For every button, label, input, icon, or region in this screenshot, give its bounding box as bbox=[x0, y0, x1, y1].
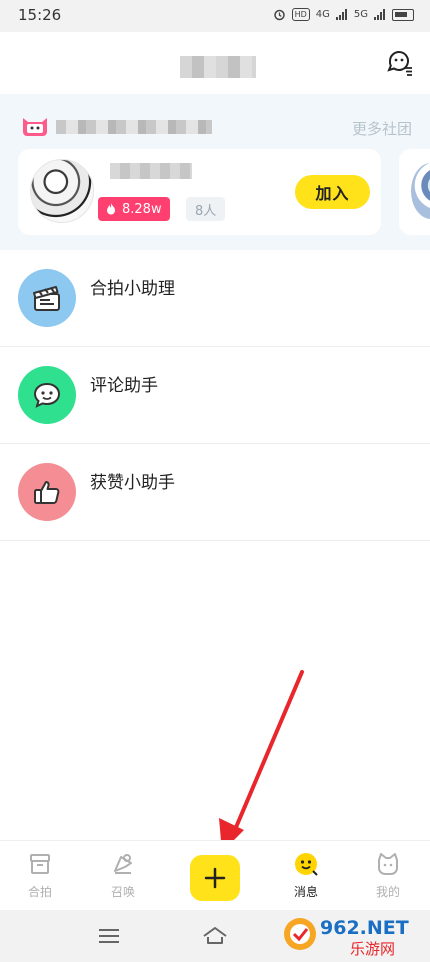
list-item-label: 评论助手 bbox=[90, 376, 158, 396]
more-communities-link[interactable]: 更多社团 bbox=[352, 118, 412, 139]
status-time: 15:26 bbox=[18, 6, 62, 24]
tab-summon[interactable]: 召唤 bbox=[93, 851, 153, 900]
heat-value: 8.28w bbox=[122, 201, 162, 217]
signal-bars-icon bbox=[374, 9, 385, 20]
signal-5g-indicator: 5G bbox=[353, 9, 368, 20]
tab-me[interactable]: 我的 bbox=[358, 851, 418, 900]
thumbs-up-icon bbox=[18, 463, 76, 521]
page-title bbox=[180, 56, 256, 78]
plus-icon bbox=[204, 867, 226, 889]
list-item-likes-assistant[interactable]: 获赞小助手 bbox=[0, 444, 430, 541]
community-card-name bbox=[110, 163, 192, 179]
cat-face-icon bbox=[378, 853, 398, 875]
watermark-main-text: 962.NET bbox=[320, 917, 409, 939]
tab-label: 合拍 bbox=[27, 885, 52, 899]
page-header bbox=[0, 32, 430, 94]
archive-box-icon bbox=[30, 854, 50, 874]
status-indicators: HD 4G 5G bbox=[273, 8, 414, 21]
menu-icon[interactable] bbox=[96, 924, 122, 948]
hd-indicator: HD bbox=[291, 8, 310, 21]
tab-label: 消息 bbox=[293, 885, 318, 899]
tab-messages[interactable]: 消息 bbox=[276, 851, 336, 900]
list-item-comment-assistant[interactable]: 评论助手 bbox=[0, 347, 430, 444]
signal-bars-icon bbox=[335, 9, 347, 20]
community-avatar bbox=[30, 159, 94, 223]
home-icon[interactable] bbox=[202, 924, 228, 948]
bottom-tab-bar: 合拍 召唤 消息 我的 bbox=[0, 840, 430, 910]
system-nav-bar: 962.NET 乐游网 bbox=[0, 910, 430, 962]
member-count-badge: 8人 bbox=[186, 197, 226, 221]
tab-collab[interactable]: 合拍 bbox=[10, 851, 70, 900]
comment-bubble-icon bbox=[18, 366, 76, 424]
message-face-icon bbox=[295, 853, 318, 876]
message-list: 合拍小助理 评论助手 获赞小助手 bbox=[0, 250, 430, 541]
list-item-collab-assistant[interactable]: 合拍小助理 bbox=[0, 250, 430, 347]
site-watermark-logo: 962.NET 乐游网 bbox=[284, 917, 409, 958]
community-logo-icon bbox=[23, 118, 47, 136]
next-community-avatar bbox=[411, 163, 430, 219]
next-community-card[interactable] bbox=[399, 149, 430, 235]
watermark-sub-text: 乐游网 bbox=[350, 940, 395, 958]
alarm-icon bbox=[273, 9, 285, 21]
list-item-label: 获赞小助手 bbox=[90, 473, 175, 493]
signal-4g-indicator: 4G bbox=[315, 9, 330, 20]
community-name bbox=[56, 120, 212, 134]
flame-icon bbox=[107, 203, 115, 215]
community-card[interactable]: 8.28w 8人 加入 bbox=[18, 149, 381, 235]
tab-label: 召唤 bbox=[110, 885, 135, 899]
join-button[interactable]: 加入 bbox=[295, 175, 370, 209]
heat-badge: 8.28w bbox=[98, 197, 170, 221]
community-section: 更多社团 8.28w 8人 加入 bbox=[0, 94, 430, 250]
chat-bubble-icon[interactable] bbox=[386, 48, 414, 76]
clapperboard-icon bbox=[18, 269, 76, 327]
battery-icon bbox=[392, 8, 414, 21]
status-bar: 15:26 HD 4G 5G bbox=[0, 0, 430, 32]
list-item-label: 合拍小助理 bbox=[90, 279, 175, 299]
create-post-button[interactable] bbox=[190, 855, 240, 901]
divider bbox=[0, 540, 430, 541]
tab-label: 我的 bbox=[375, 885, 400, 899]
summon-icon bbox=[114, 854, 132, 874]
